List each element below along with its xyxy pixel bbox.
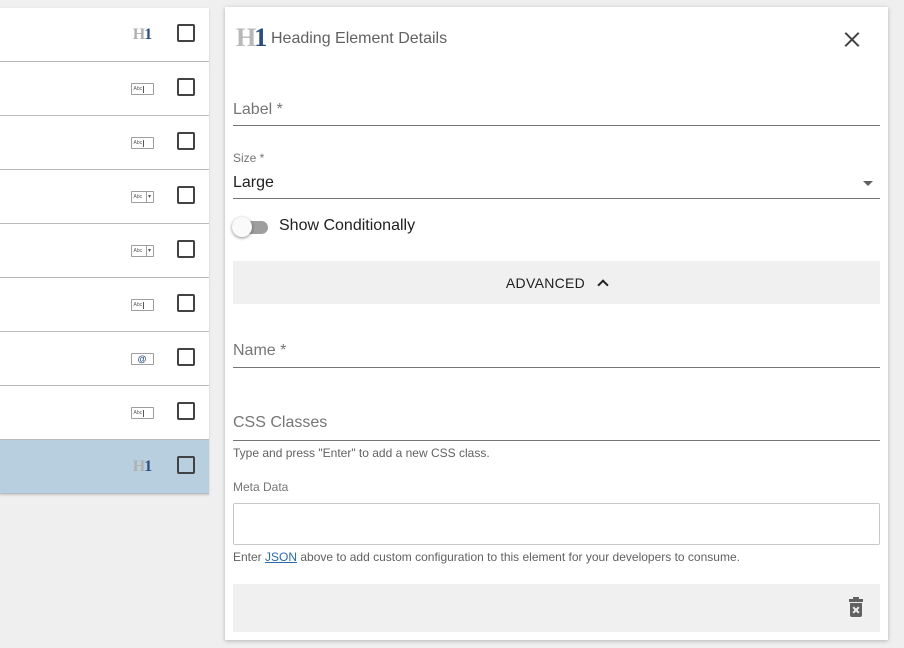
row-checkbox[interactable] xyxy=(177,402,195,420)
text-field-icon: Abc xyxy=(129,295,155,315)
heading-icon: H1 xyxy=(236,23,267,52)
row-checkbox[interactable] xyxy=(177,456,195,474)
advanced-label: ADVANCED xyxy=(505,274,586,291)
css-classes-helper: Type and press "Enter" to add a new CSS … xyxy=(233,446,490,460)
name-placeholder: Name * xyxy=(233,342,287,359)
row-checkbox[interactable] xyxy=(177,294,195,312)
list-item-text-field[interactable]: Abc xyxy=(0,62,209,116)
list-item-dropdown[interactable]: Abc ▾ xyxy=(0,170,209,224)
element-list: H1 Abc Abc Abc ▾ Abc ▾ Abc @ Abc H1 xyxy=(0,8,209,494)
list-item-heading[interactable]: H1 xyxy=(0,8,209,62)
text-field-icon: Abc xyxy=(129,403,155,423)
meta-data-helper: Enter JSON above to add custom configura… xyxy=(233,550,740,564)
text-field-icon: Abc xyxy=(129,79,155,99)
json-link[interactable]: JSON xyxy=(265,550,297,564)
email-field-icon: @ xyxy=(129,349,155,369)
close-icon[interactable] xyxy=(841,29,863,51)
dropdown-field-icon: Abc ▾ xyxy=(129,241,155,261)
panel-footer xyxy=(233,584,880,632)
list-item-email[interactable]: @ xyxy=(0,332,209,386)
show-conditionally-label: Show Conditionally xyxy=(279,217,416,234)
row-checkbox[interactable] xyxy=(177,78,195,96)
row-checkbox[interactable] xyxy=(177,24,195,42)
size-value: Large xyxy=(233,174,274,191)
text-field-icon: Abc xyxy=(129,133,155,153)
panel-title: Heading Element Details xyxy=(271,30,448,47)
heading-icon: H1 xyxy=(132,458,152,475)
advanced-button[interactable]: ADVANCED xyxy=(233,261,880,304)
meta-data-label: Meta Data xyxy=(233,480,289,494)
chevron-up-icon xyxy=(597,279,609,291)
css-classes-placeholder: CSS Classes xyxy=(233,414,328,431)
list-item-dropdown[interactable]: Abc ▾ xyxy=(0,224,209,278)
row-checkbox[interactable] xyxy=(177,348,195,366)
label-input[interactable]: Label * xyxy=(233,101,880,126)
heading-details-panel: H1 Heading Element Details Label * Size … xyxy=(225,7,888,640)
list-item-text-field[interactable]: Abc xyxy=(0,386,209,440)
row-checkbox[interactable] xyxy=(177,240,195,258)
label-placeholder: Label * xyxy=(233,101,283,118)
dropdown-field-icon: Abc ▾ xyxy=(129,187,155,207)
name-input[interactable]: Name * xyxy=(233,342,880,368)
chevron-down-icon[interactable] xyxy=(863,181,873,186)
delete-icon[interactable] xyxy=(849,597,863,617)
size-select[interactable] xyxy=(233,173,880,199)
show-conditionally-toggle[interactable] xyxy=(232,217,268,237)
row-checkbox[interactable] xyxy=(177,186,195,204)
size-label: Size * xyxy=(233,151,265,165)
meta-data-textarea[interactable] xyxy=(233,503,880,545)
list-item-heading-selected[interactable]: H1 xyxy=(0,440,209,494)
list-item-text-field[interactable]: Abc xyxy=(0,116,209,170)
css-classes-input[interactable]: CSS Classes xyxy=(233,414,880,441)
row-checkbox[interactable] xyxy=(177,132,195,150)
heading-icon: H1 xyxy=(132,26,152,43)
list-item-text-field[interactable]: Abc xyxy=(0,278,209,332)
